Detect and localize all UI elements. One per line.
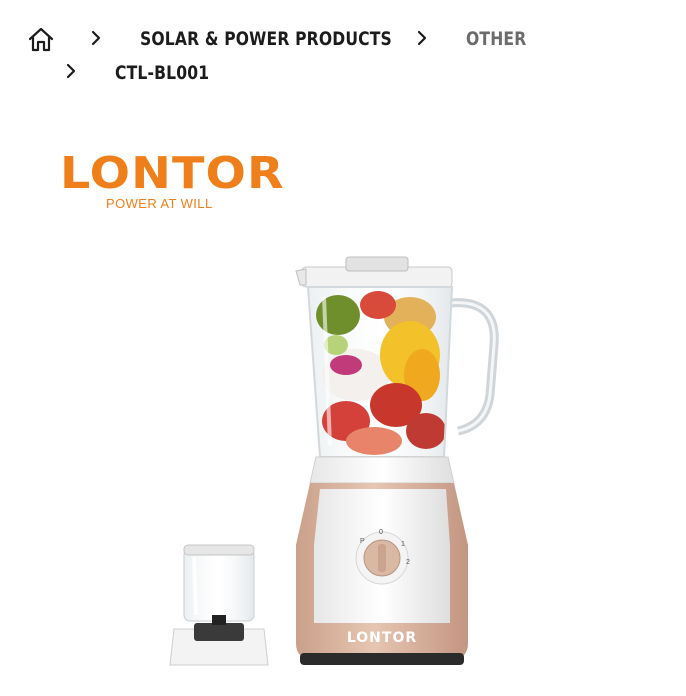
home-icon[interactable] [27,25,55,53]
product-image: P 0 1 2 LONTOR [169,256,499,666]
dial-label-2: 2 [406,559,410,566]
logo-wordmark: LONTOR [60,148,285,199]
dial-label-p: P [360,538,365,545]
logo-tagline: POWER AT WILL [106,196,213,211]
fruit-contents [316,291,446,455]
chevron-right-icon [66,63,76,79]
breadcrumb-item-other[interactable]: OTHER [466,28,526,50]
brand-logo: LONTOR POWER AT WILL [60,150,284,214]
chevron-right-icon [91,30,101,46]
base-logo: LONTOR [347,630,417,646]
grinder-cup [169,544,269,666]
chevron-right-icon [417,30,427,46]
dial-label-1: 1 [401,541,405,548]
dial-label-0: 0 [379,529,383,536]
breadcrumb-current-item: CTL-BL001 [115,62,210,84]
breadcrumb-item-solar-power-products[interactable]: SOLAR & POWER PRODUCTS [140,28,392,50]
